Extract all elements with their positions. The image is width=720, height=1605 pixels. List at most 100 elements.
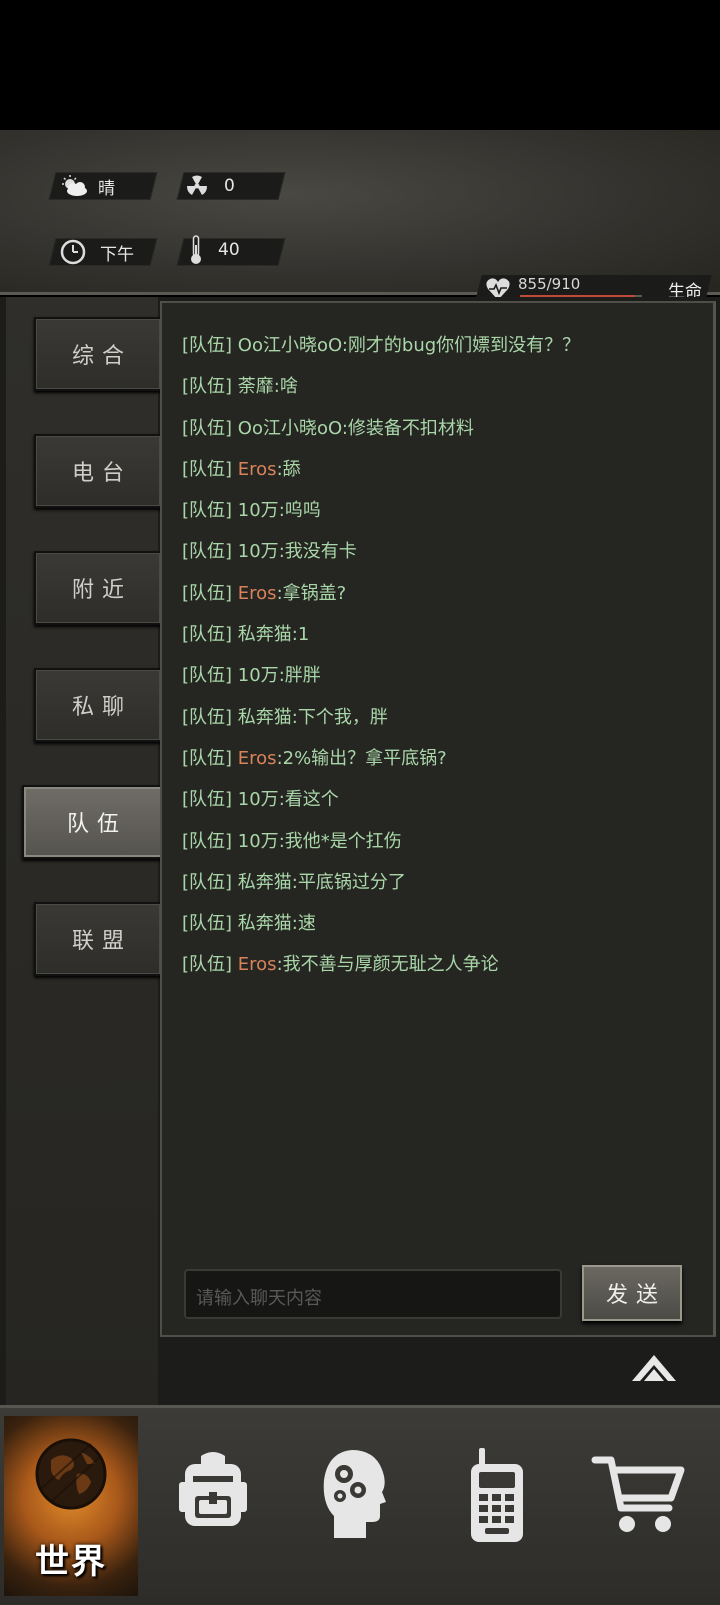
nav-world-button[interactable]: 世界 xyxy=(4,1416,138,1596)
chat-message-text: :平底锅过分了 xyxy=(291,871,406,893)
chat-sender-name[interactable]: 荼靡 xyxy=(238,376,274,397)
chat-sender-name[interactable]: 私奔猫 xyxy=(238,913,292,934)
chat-channel-tag: [队伍] xyxy=(182,376,233,398)
chat-input-placeholder: 请输入聊天内容 xyxy=(196,1288,322,1309)
chat-message-text: :呜呜 xyxy=(278,500,321,522)
weather-value: 晴 xyxy=(98,178,115,199)
chat-message: [队伍] Oo江小晓oO:刚才的bug你们嫖到没有？？ xyxy=(182,331,692,372)
chat-message-text: :看这个 xyxy=(278,789,339,811)
chat-sender-name[interactable]: 10万 xyxy=(238,541,279,562)
chat-message-text: :我他*是个扛伤 xyxy=(278,830,402,852)
chat-channel-tag: [队伍] xyxy=(182,624,233,646)
chat-message-text: :下个我，胖 xyxy=(291,706,388,728)
chat-message-text: :刚才的bug你们嫖到没有？？ xyxy=(341,335,581,356)
chat-sender-name[interactable]: Eros xyxy=(238,459,277,480)
nav-inventory-button[interactable] xyxy=(146,1416,280,1596)
channel-tab[interactable]: 队伍 xyxy=(22,785,164,859)
channel-tab[interactable]: 附近 xyxy=(34,551,162,625)
channel-sidebar: 综合电台附近私聊队伍联盟 xyxy=(6,297,164,1405)
chat-sender-name[interactable]: Oo江小晓oO xyxy=(238,335,342,356)
status-header: 晴 0 下午 40 855/910 生命 xyxy=(0,130,720,400)
chat-message-text: :胖胖 xyxy=(278,665,321,687)
head-gears-icon xyxy=(323,1450,386,1538)
chat-message: [队伍] 10万:呜呜 xyxy=(182,496,692,537)
chat-message: [队伍] 荼靡:啥 xyxy=(182,372,692,413)
chat-message: [队伍] 10万:看这个 xyxy=(182,785,692,826)
chat-channel-tag: [队伍] xyxy=(182,417,233,439)
chat-sender-name[interactable]: 私奔猫 xyxy=(238,624,292,645)
chat-message-text: :速 xyxy=(291,913,316,935)
bottom-navigation: 世界 xyxy=(0,1405,720,1605)
chat-sender-name[interactable]: Eros xyxy=(238,583,277,604)
backpack-icon xyxy=(179,1452,247,1526)
chat-channel-tag: [队伍] xyxy=(182,335,233,356)
collapse-up-icon[interactable] xyxy=(630,1349,678,1385)
nav-radio-button[interactable] xyxy=(430,1416,564,1596)
chat-message-text: :我不善与厚颜无耻之人争论 xyxy=(276,954,499,976)
chat-sender-name[interactable]: Eros xyxy=(238,954,277,975)
channel-tab[interactable]: 私聊 xyxy=(34,668,162,742)
time-display: 下午 xyxy=(60,238,134,266)
globe-icon xyxy=(35,1438,107,1510)
chat-message: [队伍] 私奔猫:1 xyxy=(182,620,692,661)
nav-skills-button[interactable] xyxy=(288,1416,422,1596)
chat-message: [队伍] Eros:舔 xyxy=(182,455,692,496)
chat-channel-tag: [队伍] xyxy=(182,871,233,893)
chat-message: [队伍] Eros:拿锅盖? xyxy=(182,579,692,620)
send-button[interactable]: 发送 xyxy=(582,1265,682,1321)
chat-sender-name[interactable]: 10万 xyxy=(238,831,279,852)
chat-channel-tag: [队伍] xyxy=(182,665,233,687)
temperature-display: 40 xyxy=(190,235,240,264)
chat-channel-tag: [队伍] xyxy=(182,954,233,976)
chat-sender-name[interactable]: Eros xyxy=(238,748,277,769)
walkie-talkie-icon xyxy=(471,1448,523,1542)
chat-input[interactable]: 请输入聊天内容 xyxy=(184,1269,562,1319)
chat-message-text: :修装备不扣材料 xyxy=(341,417,474,439)
chat-sender-name[interactable]: 10万 xyxy=(238,500,279,521)
chat-message-text: :啥 xyxy=(273,376,298,398)
chat-channel-tag: [队伍] xyxy=(182,582,233,604)
radiation-icon xyxy=(186,175,208,195)
chat-channel-tag: [队伍] xyxy=(182,541,233,563)
chat-message: [队伍] 私奔猫:下个我，胖 xyxy=(182,703,692,744)
chat-channel-tag: [队伍] xyxy=(182,458,233,480)
chat-channel-tag: [队伍] xyxy=(182,830,233,852)
stat-value: 855/910 xyxy=(518,275,581,293)
radiation-display: 0 xyxy=(186,172,235,200)
chat-message: [队伍] 私奔猫:平底锅过分了 xyxy=(182,868,692,909)
chat-message: [队伍] 10万:我没有卡 xyxy=(182,537,692,578)
chat-message-text: :我没有卡 xyxy=(278,541,357,563)
chat-message-text: :舔 xyxy=(276,458,301,480)
cloud-sun-icon xyxy=(62,175,87,196)
chat-message: [队伍] 私奔猫:速 xyxy=(182,909,692,950)
chat-message: [队伍] 10万:胖胖 xyxy=(182,661,692,702)
time-value: 下午 xyxy=(100,244,134,265)
chat-sender-name[interactable]: 私奔猫 xyxy=(238,872,292,893)
chat-channel-tag: [队伍] xyxy=(182,789,233,811)
chat-channel-tag: [队伍] xyxy=(182,913,233,935)
chat-message-area[interactable]: [队伍] Oo江小晓oO:刚才的bug你们嫖到没有？？ [队伍] 荼靡:啥 [队伍]… xyxy=(160,301,716,1337)
chat-message-list: [队伍] Oo江小晓oO:刚才的bug你们嫖到没有？？ [队伍] 荼靡:啥 [队伍]… xyxy=(182,331,692,992)
chat-sender-name[interactable]: 10万 xyxy=(238,789,279,810)
chat-panel: 综合 电台 附近 私聊 队伍 联盟 [队伍] Oo江小晓oO:刚才的bug你们嫖到没有？？… xyxy=(0,297,720,1405)
clock-icon xyxy=(60,239,86,265)
chat-message: [队伍] 10万:我他*是个扛伤 xyxy=(182,827,692,868)
channel-tab[interactable]: 综合 xyxy=(34,317,162,391)
nav-world-label: 世界 xyxy=(35,1542,107,1582)
chat-sender-name[interactable]: 私奔猫 xyxy=(238,707,292,728)
chat-message: [队伍] Eros:2%输出？拿平底锅? xyxy=(182,744,692,785)
channel-tab[interactable]: 电台 xyxy=(34,434,162,508)
chat-sender-name[interactable]: 10万 xyxy=(238,665,279,686)
channel-tab[interactable]: 联盟 xyxy=(34,902,162,976)
chat-message: [队伍] Eros:我不善与厚颜无耻之人争论 xyxy=(182,950,692,991)
chat-channel-tag: [队伍] xyxy=(182,500,233,522)
thermometer-icon xyxy=(191,235,201,264)
shopping-cart-icon xyxy=(591,1456,685,1532)
nav-shop-button[interactable] xyxy=(572,1416,706,1596)
temperature-value: 40 xyxy=(218,240,240,260)
chat-channel-tag: [队伍] xyxy=(182,706,233,728)
status-bar-area xyxy=(0,0,720,130)
chat-sender-name[interactable]: Oo江小晓oO xyxy=(238,418,342,439)
chat-channel-tag: [队伍] xyxy=(182,747,233,769)
chat-message-text: :拿锅盖? xyxy=(276,582,347,604)
